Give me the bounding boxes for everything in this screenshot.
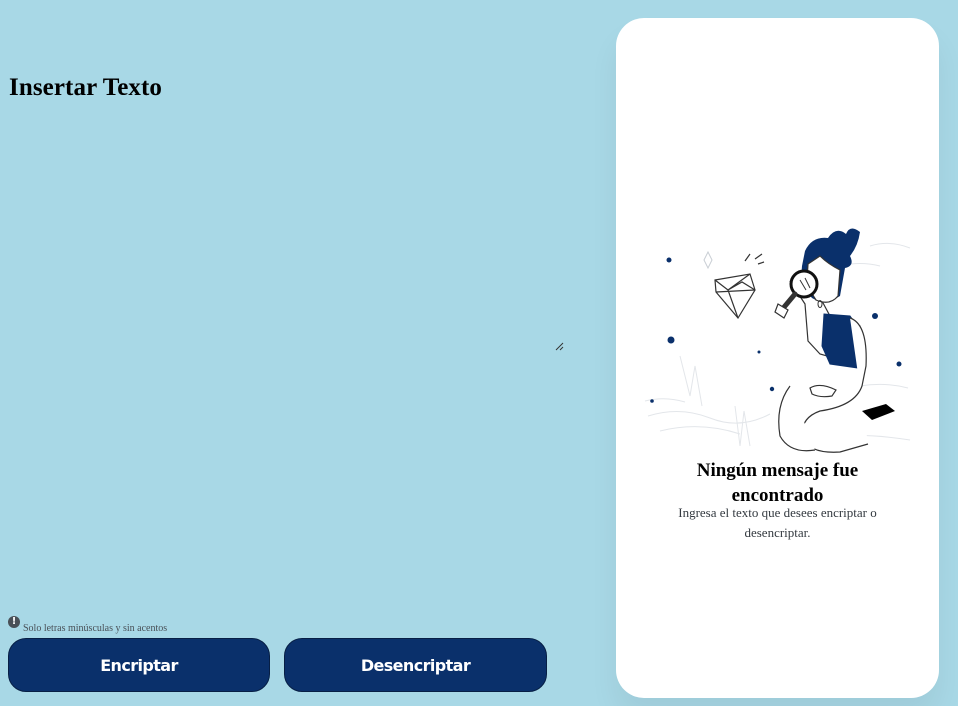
hint-text: Solo letras minúsculas y sin acentos <box>23 622 168 634</box>
person-magnifying-glass-diamond-illustration <box>644 228 911 453</box>
input-hint: ! Solo letras minúsculas y sin acentos <box>8 616 167 634</box>
info-circle-icon: ! <box>8 616 20 628</box>
encryptor-app: Insertar Texto ! Solo letras minúsculas … <box>0 0 958 706</box>
result-panel: Ningún mensaje fue encontrado Ingresa el… <box>616 18 939 698</box>
empty-state-description: Ingresa el texto que desees encriptar o … <box>678 505 877 540</box>
textarea-resize-icon[interactable] <box>554 341 564 351</box>
text-input[interactable] <box>6 118 566 354</box>
empty-state-title: Ningún mensaje fue encontrado <box>696 460 859 506</box>
decrypt-button[interactable]: Desencriptar <box>284 638 547 692</box>
page-title: Insertar Texto <box>9 74 163 101</box>
encrypt-button[interactable]: Encriptar <box>8 638 270 692</box>
